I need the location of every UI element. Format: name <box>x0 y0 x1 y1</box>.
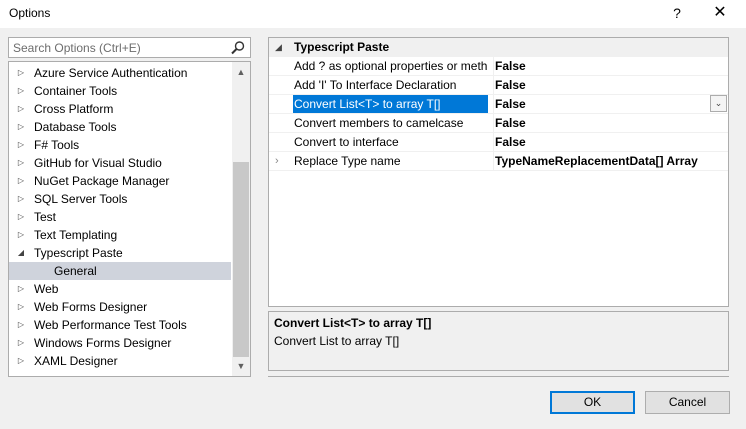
collapse-arrow-icon[interactable]: ◢ <box>16 244 26 262</box>
tree-item-fsharp-tools[interactable]: ▷ F# Tools <box>9 136 231 154</box>
property-value[interactable]: False <box>493 95 728 113</box>
expand-arrow-icon[interactable]: ▷ <box>16 316 26 334</box>
tree-item-cross-platform[interactable]: ▷ Cross Platform <box>9 100 231 118</box>
tree-item-xaml-designer[interactable]: ▷ XAML Designer <box>9 352 231 370</box>
tree-item-nuget-package-manager[interactable]: ▷ NuGet Package Manager <box>9 172 231 190</box>
tree-item-azure-service-authentication[interactable]: ▷ Azure Service Authentication <box>9 64 231 82</box>
tree-item-web-performance-test-tools[interactable]: ▷ Web Performance Test Tools <box>9 316 231 334</box>
property-name[interactable]: Replace Type name <box>293 152 488 170</box>
search-icon[interactable] <box>230 40 246 56</box>
property-category-typescript-paste[interactable]: ◢ Typescript Paste <box>269 38 728 57</box>
property-value[interactable]: False <box>493 76 728 94</box>
property-row[interactable]: Add ? as optional properties or methods … <box>269 57 728 76</box>
tree-item-sql-server-tools[interactable]: ▷ SQL Server Tools <box>9 190 231 208</box>
category-label: Typescript Paste <box>294 40 390 54</box>
expand-arrow-icon[interactable]: ▷ <box>16 298 26 316</box>
property-name[interactable]: Convert members to camelcase <box>293 114 488 132</box>
close-button[interactable]: ✕ <box>706 2 734 24</box>
property-name[interactable]: Convert to interface <box>293 133 488 151</box>
tree-item-label: F# Tools <box>34 138 80 152</box>
expand-arrow-icon[interactable]: ▷ <box>16 172 26 190</box>
search-box <box>8 37 251 58</box>
chevron-down-icon[interactable]: ⌄ <box>710 95 727 112</box>
expand-arrow-icon[interactable]: ▷ <box>16 154 26 172</box>
title-bar: Options ? ✕ <box>0 0 746 28</box>
property-value[interactable]: TypeNameReplacementData[] Array <box>493 152 728 170</box>
scroll-down-icon[interactable]: ▼ <box>232 358 250 374</box>
tree-item-label: Web Performance Test Tools <box>34 318 187 332</box>
tree-item-label: Windows Forms Designer <box>34 336 172 350</box>
property-description-panel: Convert List<T> to array T[] Convert Lis… <box>268 311 729 371</box>
options-tree: ▷ Azure Service Authentication ▷ Contain… <box>8 61 251 377</box>
expand-arrow-icon[interactable]: ▷ <box>16 334 26 352</box>
expand-chevron-icon[interactable]: › <box>275 152 279 170</box>
tree-item-test[interactable]: ▷ Test <box>9 208 231 226</box>
property-value[interactable]: False <box>493 133 728 151</box>
property-value[interactable]: False <box>493 114 728 132</box>
help-button[interactable]: ? <box>664 2 690 24</box>
property-name[interactable]: Add ? as optional properties or methods <box>293 57 488 75</box>
tree-item-label: Azure Service Authentication <box>34 66 188 80</box>
property-row[interactable]: Convert to interface False <box>269 133 728 152</box>
expand-arrow-icon[interactable]: ▷ <box>16 136 26 154</box>
window-title: Options <box>9 6 51 20</box>
tree-item-label: Container Tools <box>34 84 118 98</box>
expand-arrow-icon[interactable]: ▷ <box>16 118 26 136</box>
property-grid: ◢ Typescript Paste Add ? as optional pro… <box>268 37 729 307</box>
tree-item-label: Database Tools <box>34 120 117 134</box>
tree-item-github-for-visual-studio[interactable]: ▷ GitHub for Visual Studio <box>9 154 231 172</box>
expand-arrow-icon[interactable]: ▷ <box>16 352 26 370</box>
property-name[interactable]: Convert List<T> to array T[] <box>293 95 488 113</box>
description-title: Convert List<T> to array T[] <box>274 316 432 330</box>
search-input[interactable] <box>9 38 227 57</box>
tree-item-label: Typescript Paste <box>34 246 123 260</box>
expand-arrow-icon[interactable]: ▷ <box>16 64 26 82</box>
tree-item-web-forms-designer[interactable]: ▷ Web Forms Designer <box>9 298 231 316</box>
tree-item-text-templating[interactable]: ▷ Text Templating <box>9 226 231 244</box>
property-name[interactable]: Add 'I' To Interface Declaration <box>293 76 488 94</box>
expand-arrow-icon[interactable]: ▷ <box>16 82 26 100</box>
tree-item-windows-forms-designer[interactable]: ▷ Windows Forms Designer <box>9 334 231 352</box>
property-row-selected[interactable]: Convert List<T> to array T[] False ⌄ <box>269 95 728 114</box>
ok-button[interactable]: OK <box>550 391 635 414</box>
tree-item-label: NuGet Package Manager <box>34 174 170 188</box>
tree-item-web[interactable]: ▷ Web <box>9 280 231 298</box>
tree-item-label: XAML Designer <box>34 354 118 368</box>
property-row[interactable]: Add 'I' To Interface Declaration False <box>269 76 728 95</box>
property-value[interactable]: False <box>493 57 728 75</box>
tree-item-label: Text Templating <box>34 228 118 242</box>
divider <box>268 376 729 377</box>
scroll-up-icon[interactable]: ▲ <box>232 64 250 80</box>
tree-item-general[interactable]: General <box>9 262 231 280</box>
description-text: Convert List to array T[] <box>274 334 400 348</box>
expand-arrow-icon[interactable]: ▷ <box>16 208 26 226</box>
tree-item-typescript-paste[interactable]: ◢ Typescript Paste <box>9 244 231 262</box>
expand-arrow-icon[interactable]: ▷ <box>16 100 26 118</box>
tree-scrollbar[interactable]: ▲ ▼ <box>232 62 250 376</box>
tree-item-label: GitHub for Visual Studio <box>34 156 162 170</box>
collapse-arrow-icon[interactable]: ◢ <box>275 38 282 57</box>
cancel-button[interactable]: Cancel <box>645 391 730 414</box>
tree-item-label: Web <box>34 282 59 296</box>
tree-item-container-tools[interactable]: ▷ Container Tools <box>9 82 231 100</box>
tree-item-label: General <box>54 264 97 278</box>
tree-item-label: Web Forms Designer <box>34 300 148 314</box>
tree-item-label: Test <box>34 210 57 224</box>
property-row[interactable]: › Replace Type name TypeNameReplacementD… <box>269 152 728 171</box>
property-row[interactable]: Convert members to camelcase False <box>269 114 728 133</box>
tree-item-database-tools[interactable]: ▷ Database Tools <box>9 118 231 136</box>
expand-arrow-icon[interactable]: ▷ <box>16 190 26 208</box>
tree-item-label: Cross Platform <box>34 102 114 116</box>
scrollbar-thumb[interactable] <box>233 162 249 357</box>
expand-arrow-icon[interactable]: ▷ <box>16 226 26 244</box>
expand-arrow-icon[interactable]: ▷ <box>16 280 26 298</box>
tree-item-label: SQL Server Tools <box>34 192 128 206</box>
